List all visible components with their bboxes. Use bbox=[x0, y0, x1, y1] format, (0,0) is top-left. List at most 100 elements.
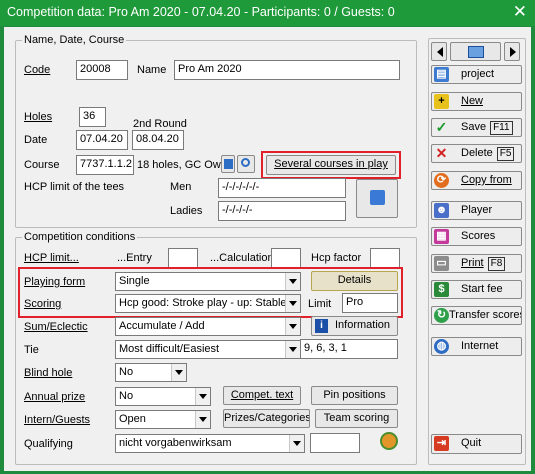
palette-icon[interactable] bbox=[380, 432, 398, 450]
blind-hole-label: Blind hole bbox=[24, 367, 73, 379]
start-fee-button[interactable]: $ Start fee bbox=[431, 280, 522, 299]
men-label: Men bbox=[170, 181, 192, 193]
ladies-hcp-input[interactable]: -/-/-/-/- bbox=[218, 201, 346, 221]
quit-button[interactable]: ⇥ Quit bbox=[431, 434, 522, 454]
info-icon: i bbox=[315, 319, 328, 333]
pin-positions-label: Pin positions bbox=[323, 389, 386, 401]
intern-guests-select[interactable]: Open bbox=[115, 410, 211, 429]
chevron-down-icon[interactable] bbox=[195, 411, 210, 428]
course-list-button[interactable] bbox=[221, 155, 235, 173]
scores-button[interactable]: ▦ Scores bbox=[431, 227, 522, 246]
printer-icon bbox=[468, 46, 484, 58]
calculation-input[interactable] bbox=[271, 248, 301, 268]
second-round-label: 2nd Round bbox=[133, 118, 187, 130]
highlight-playing-form-scoring bbox=[18, 267, 403, 318]
entry-input[interactable] bbox=[168, 248, 198, 268]
transfer-scores-label: Transfer scores bbox=[449, 309, 522, 321]
holes-label: Holes bbox=[24, 111, 53, 123]
player-button[interactable]: ☻ Player bbox=[431, 201, 522, 220]
scores-label: Scores bbox=[461, 230, 496, 242]
tie-select[interactable]: Most difficult/Easiest bbox=[115, 340, 301, 359]
sum-eclectic-select[interactable]: Accumulate / Add bbox=[115, 317, 301, 336]
code-label: Code bbox=[24, 64, 51, 76]
search-icon bbox=[241, 158, 250, 167]
course-search-button[interactable] bbox=[237, 155, 255, 173]
group-title-competition-conditions: Competition conditions bbox=[22, 231, 138, 243]
delete-label-wrap: Delete F5 bbox=[461, 147, 515, 161]
chevron-down-icon[interactable] bbox=[195, 388, 210, 405]
copy-icon: ⟳ bbox=[434, 173, 449, 188]
entry-label: ...Entry bbox=[117, 252, 152, 264]
sum-eclectic-label: Sum/Eclectic bbox=[24, 321, 88, 333]
code-input[interactable]: 20008 bbox=[76, 60, 128, 80]
tie-holes-input[interactable]: 9, 6, 3, 1 bbox=[300, 339, 398, 359]
new-label: New bbox=[461, 95, 484, 107]
printer-icon: ▭ bbox=[434, 256, 449, 271]
name-input[interactable]: Pro Am 2020 bbox=[174, 60, 400, 80]
nav-print-button[interactable] bbox=[450, 42, 501, 61]
copy-from-label: Copy from bbox=[461, 174, 512, 186]
qualifying-select[interactable]: nicht vorgabenwirksam bbox=[115, 434, 305, 453]
men-hcp-input[interactable]: -/-/-/-/-/- bbox=[218, 178, 346, 198]
print-label: Print bbox=[461, 257, 484, 269]
chevron-down-icon[interactable] bbox=[285, 341, 300, 358]
holes-input[interactable]: 36 bbox=[79, 107, 106, 127]
print-button[interactable]: ▭ Print F8 bbox=[431, 254, 522, 273]
compet-text-label: Compet. text bbox=[230, 389, 294, 401]
highlight-several-courses bbox=[261, 151, 401, 179]
course-description: 18 holes, GC Owi bbox=[137, 159, 221, 171]
calculation-label: ...Calculation bbox=[210, 252, 274, 264]
prizes-categories-button[interactable]: Prizes/Categories bbox=[223, 409, 310, 428]
date-label: Date bbox=[24, 134, 48, 146]
pin-positions-button[interactable]: Pin positions bbox=[311, 386, 398, 405]
hcp-factor-input[interactable] bbox=[370, 248, 400, 268]
arrow-left-icon bbox=[437, 47, 443, 57]
chevron-down-icon[interactable] bbox=[289, 435, 304, 452]
qualifying-extra-input[interactable] bbox=[310, 433, 360, 453]
blind-hole-select[interactable]: No bbox=[115, 363, 187, 382]
prizes-categories-label: Prizes/Categories bbox=[224, 412, 310, 424]
team-scoring-label: Team scoring bbox=[323, 412, 390, 424]
intern-guests-label: Intern/Guests bbox=[24, 414, 91, 426]
globe-icon: ◍ bbox=[434, 339, 449, 354]
compet-text-button[interactable]: Compet. text bbox=[223, 386, 301, 405]
quit-label: Quit bbox=[461, 437, 482, 449]
save-shortcut: F11 bbox=[490, 121, 513, 135]
annual-prize-value: No bbox=[119, 390, 134, 402]
name-label: Name bbox=[137, 64, 167, 76]
nav-prev-button[interactable] bbox=[431, 42, 447, 61]
list-icon bbox=[224, 159, 233, 169]
new-button[interactable]: + New bbox=[431, 92, 522, 111]
chevron-down-icon[interactable] bbox=[171, 364, 186, 381]
information-label: Information bbox=[334, 319, 391, 331]
transfer-scores-button[interactable]: ↻ Transfer scores bbox=[431, 306, 522, 325]
save-button[interactable]: ✓ Save F11 bbox=[431, 118, 522, 137]
tie-value: Most difficult/Easiest bbox=[119, 343, 220, 355]
search-icon bbox=[370, 190, 385, 205]
project-button[interactable]: ▤ project bbox=[431, 65, 522, 84]
chevron-down-icon[interactable] bbox=[285, 318, 300, 335]
players-icon: ☻ bbox=[434, 203, 449, 218]
print-label-wrap: Print F8 bbox=[461, 257, 506, 271]
information-button[interactable]: i Information bbox=[311, 316, 398, 336]
annual-prize-select[interactable]: No bbox=[115, 387, 211, 406]
title-bar: Competition data: Pro Am 2020 - 07.04.20… bbox=[0, 0, 535, 26]
save-label-wrap: Save F11 bbox=[461, 121, 513, 135]
team-scoring-button[interactable]: Team scoring bbox=[315, 409, 398, 428]
course-input[interactable]: 7737.1.1.2 bbox=[76, 155, 134, 175]
print-shortcut: F8 bbox=[487, 257, 506, 271]
exit-icon: ⇥ bbox=[434, 436, 449, 451]
hcp-limit-tees-label: HCP limit of the tees bbox=[24, 181, 125, 193]
close-icon[interactable]: ✕ bbox=[513, 2, 527, 22]
qualifying-label: Qualifying bbox=[24, 438, 73, 450]
second-round-date-input[interactable]: 08.04.20 bbox=[132, 130, 184, 150]
date-input[interactable]: 07.04.20 bbox=[76, 130, 128, 150]
internet-label: Internet bbox=[461, 340, 499, 352]
hcp-tees-edit-button[interactable] bbox=[356, 179, 398, 218]
save-label: Save bbox=[461, 121, 487, 133]
nav-next-button[interactable] bbox=[504, 42, 520, 61]
internet-button[interactable]: ◍ Internet bbox=[431, 337, 522, 356]
project-icon: ▤ bbox=[434, 67, 449, 82]
delete-button[interactable]: ✕ Delete F5 bbox=[431, 144, 522, 163]
copy-from-button[interactable]: ⟳ Copy from bbox=[431, 171, 522, 190]
